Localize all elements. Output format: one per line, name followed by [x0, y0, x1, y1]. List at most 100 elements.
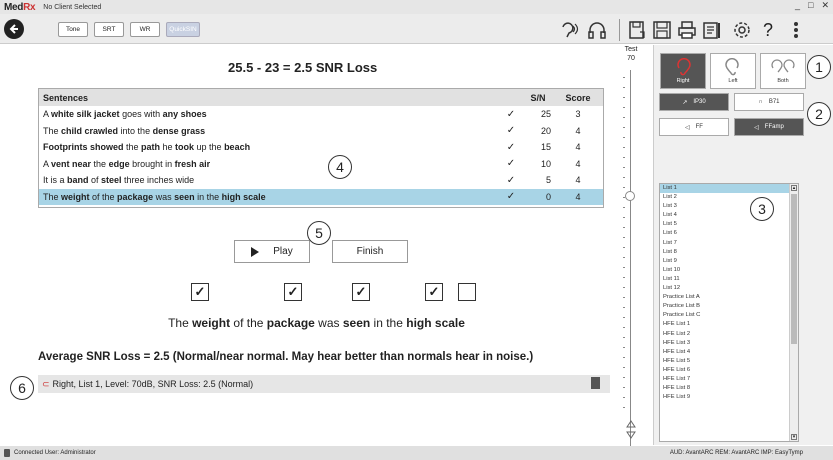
- list-item[interactable]: List 9: [660, 257, 798, 266]
- sn-value: 10: [540, 158, 551, 169]
- list-item[interactable]: List 7: [660, 239, 798, 248]
- callout-5: 5: [307, 221, 331, 245]
- quicksin-mode-button[interactable]: QuickSIN: [166, 22, 200, 37]
- scroll-thumb[interactable]: [791, 194, 797, 344]
- save-icon[interactable]: [651, 19, 673, 41]
- table-row[interactable]: A vent near the edge brought in fresh ai…: [39, 156, 603, 173]
- list-item[interactable]: List 10: [660, 266, 798, 275]
- trash-icon[interactable]: [591, 377, 600, 389]
- list-item[interactable]: HFE List 5: [660, 357, 798, 366]
- scroll-down-icon[interactable]: ▾: [791, 434, 797, 440]
- list-item[interactable]: HFE List 9: [660, 393, 798, 402]
- list-item[interactable]: List 6: [660, 229, 798, 238]
- print-icon[interactable]: [676, 19, 698, 41]
- check-icon: ✓: [506, 191, 516, 203]
- settings-icon[interactable]: [731, 19, 753, 41]
- check-icon: ✓: [506, 158, 516, 170]
- score-value: 4: [575, 142, 581, 153]
- list-item[interactable]: Practice List A: [660, 293, 798, 302]
- table-row[interactable]: The weight of the package was seen in th…: [39, 188, 603, 205]
- b71-transducer-button[interactable]: ∩ B71: [734, 93, 804, 111]
- history-entry[interactable]: ⊂ Right, List 1, Level: 70dB, SNR Loss: …: [38, 375, 610, 393]
- ff-transducer-button[interactable]: ◁ FF: [659, 118, 729, 136]
- list-item[interactable]: HFE List 7: [660, 375, 798, 384]
- list-selector[interactable]: List 1 List 2 List 3 List 4 List 5 List 6 List…: [659, 183, 799, 442]
- list-item[interactable]: Practice List B: [660, 302, 798, 311]
- list-item[interactable]: HFE List 1: [660, 320, 798, 329]
- callout-1: 1: [807, 55, 831, 79]
- keyword-checkbox[interactable]: ✓: [191, 283, 209, 301]
- list-item[interactable]: HFE List 3: [660, 339, 798, 348]
- level-tick: [623, 287, 625, 288]
- report-icon[interactable]: [701, 19, 723, 41]
- sentence-text: A vent near the edge brought in fresh ai…: [43, 158, 211, 169]
- table-row[interactable]: The child crawled into the dense grass ✓ 2…: [39, 123, 603, 140]
- wr-mode-button[interactable]: WR: [130, 22, 160, 37]
- right-ear-button[interactable]: Right: [660, 53, 706, 89]
- list-item[interactable]: List 8: [660, 248, 798, 257]
- speaker-icon: ◁: [754, 124, 759, 131]
- back-button[interactable]: [4, 19, 24, 39]
- play-label: Play: [273, 246, 293, 257]
- level-tick: [623, 387, 625, 388]
- close-button[interactable]: ✕: [821, 0, 829, 11]
- keyword-checkbox[interactable]: ✓: [352, 283, 370, 301]
- save-session-icon[interactable]: [626, 19, 648, 41]
- list-item[interactable]: HFE List 2: [660, 330, 798, 339]
- list-item[interactable]: List 3: [660, 202, 798, 211]
- table-row[interactable]: A white silk jacket goes with any shoes ✓…: [39, 106, 603, 123]
- keyword-checkbox[interactable]: [458, 283, 476, 301]
- help-icon[interactable]: ?: [757, 19, 779, 41]
- keyword-checkbox[interactable]: ✓: [425, 283, 443, 301]
- minimize-button[interactable]: _: [795, 0, 800, 11]
- level-down-icon[interactable]: [626, 431, 636, 439]
- list-item[interactable]: List 5: [660, 220, 798, 229]
- check-icon: ✓: [506, 141, 516, 153]
- list-scrollbar[interactable]: ▴ ▾: [789, 184, 798, 441]
- list-item[interactable]: HFE List 6: [660, 366, 798, 375]
- sentence-text: The child crawled into the dense grass: [43, 125, 206, 136]
- list-item[interactable]: Practice List C: [660, 311, 798, 320]
- keyword-checkbox[interactable]: ✓: [284, 283, 302, 301]
- insert-earphone-icon: ↗: [682, 99, 688, 106]
- play-button[interactable]: Play: [234, 240, 310, 263]
- level-up-icon[interactable]: [626, 420, 636, 428]
- list-item[interactable]: HFE List 8: [660, 384, 798, 393]
- ip30-transducer-button[interactable]: ↗ IP30: [659, 93, 729, 111]
- talkover-icon[interactable]: [558, 19, 580, 41]
- level-tick: [623, 327, 625, 328]
- more-menu-icon[interactable]: [785, 19, 807, 41]
- score-value: 4: [575, 175, 581, 186]
- left-ear-button[interactable]: Left: [710, 53, 756, 89]
- bone-conductor-icon: ∩: [758, 99, 763, 105]
- toolbar-divider: [619, 19, 620, 41]
- check-icon: ✓: [506, 108, 516, 120]
- level-thumb[interactable]: [625, 191, 635, 201]
- maximize-button[interactable]: □: [808, 0, 813, 11]
- list-item[interactable]: List 12: [660, 284, 798, 293]
- average-snr-loss: Average SNR Loss = 2.5 (Normal/near norm…: [38, 351, 534, 363]
- both-ears-button[interactable]: Both: [760, 53, 806, 89]
- list-item[interactable]: List 11: [660, 275, 798, 284]
- ffamp-transducer-button[interactable]: ◁ FFamp: [734, 118, 804, 136]
- level-tick: [623, 337, 625, 338]
- tone-mode-button[interactable]: Tone: [58, 22, 88, 37]
- headphones-icon[interactable]: [586, 19, 608, 41]
- sentences-table: Sentences S/N Score A white silk jacket …: [38, 88, 604, 208]
- srt-mode-button[interactable]: SRT: [94, 22, 124, 37]
- list-item[interactable]: List 2: [660, 193, 798, 202]
- level-tick: [623, 237, 625, 238]
- level-slider[interactable]: Test 70: [620, 45, 642, 460]
- list-item[interactable]: HFE List 4: [660, 348, 798, 357]
- table-row[interactable]: It is a band of steel three inches wide ✓…: [39, 172, 603, 189]
- scroll-up-icon[interactable]: ▴: [791, 185, 797, 191]
- snr-loss-result: 25.5 - 23 = 2.5 SNR Loss: [228, 60, 378, 75]
- level-tick: [623, 257, 625, 258]
- sentences-header: Sentences: [43, 92, 89, 103]
- list-item[interactable]: List 1: [660, 184, 798, 194]
- finish-button[interactable]: Finish: [332, 240, 408, 263]
- table-row[interactable]: Footprints showed the path he took up th…: [39, 139, 603, 156]
- level-tick: [623, 127, 625, 128]
- status-left: Connected User: Administrator: [14, 450, 96, 456]
- list-item[interactable]: List 4: [660, 211, 798, 220]
